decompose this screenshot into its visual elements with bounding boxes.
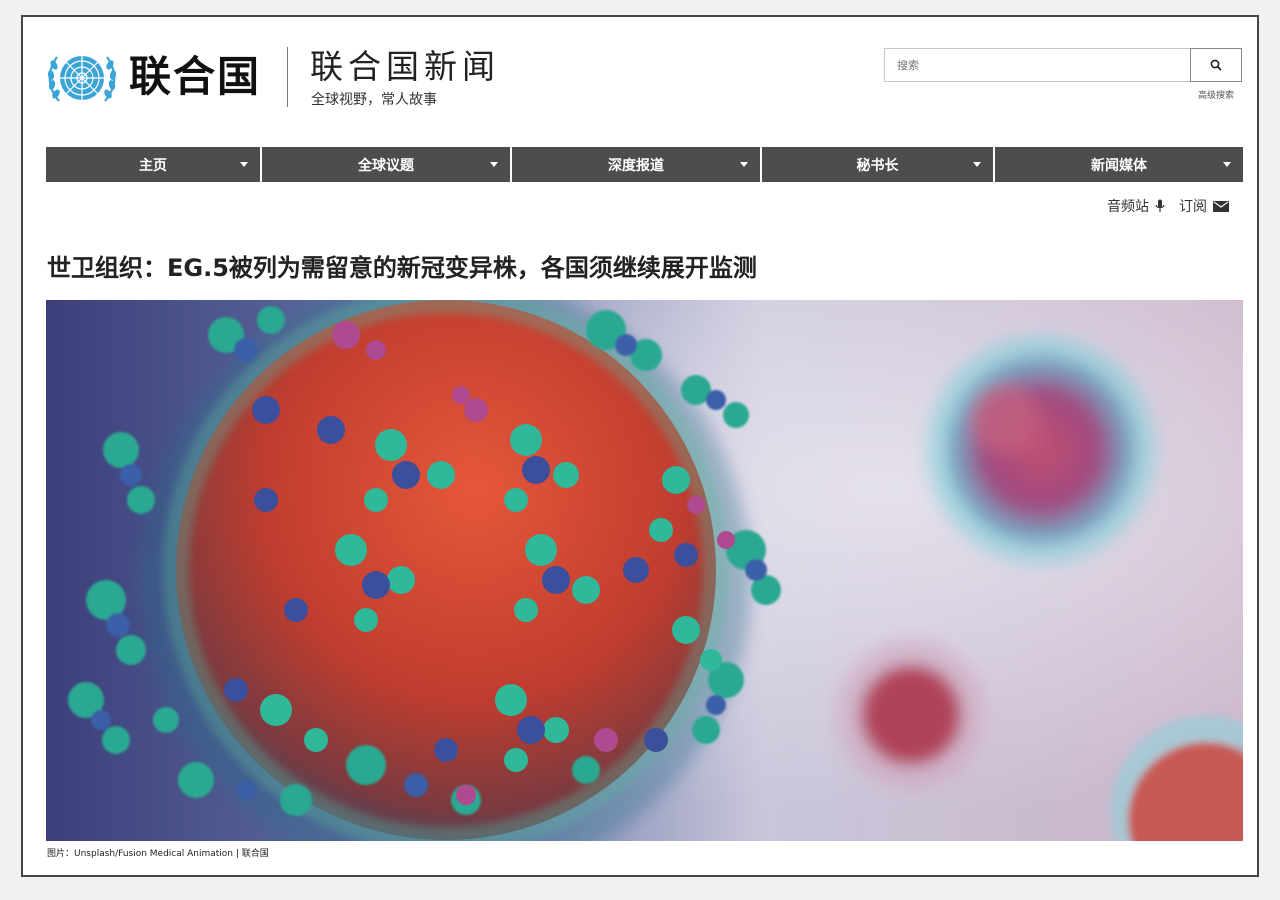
nav-item-global-issues[interactable]: 全球议题 [262,147,512,182]
caret-down-icon [240,162,248,167]
nav-item-label: 主页 [139,157,167,174]
site-tagline: 全球视野，常人故事 [311,92,437,108]
search-input[interactable] [884,48,1191,82]
image-caption: 图片：Unsplash/Fusion Medical Animation | 联… [47,849,269,859]
advanced-search-link[interactable]: 高级搜索 [1198,88,1234,101]
caret-down-icon [740,162,748,167]
nav-item-label: 深度报道 [608,157,664,174]
caret-down-icon [1223,162,1231,167]
nav-item-label: 秘书长 [856,157,899,174]
nav-item-in-depth[interactable]: 深度报道 [512,147,762,182]
un-emblem-icon[interactable] [45,47,119,109]
page-frame: 联合国 联合国新闻 全球视野，常人故事 高级搜索 主页 全球议题 深度报道 秘书… [21,15,1259,877]
search-button[interactable] [1190,48,1242,82]
audio-label: 音频站 [1107,199,1149,215]
header-divider [287,47,288,107]
nav-item-media[interactable]: 新闻媒体 [995,147,1243,182]
org-name[interactable]: 联合国 [129,51,261,103]
nav-item-label: 全球议题 [358,157,414,174]
subscribe-link[interactable]: 订阅 [1179,196,1229,216]
microphone-icon [1155,199,1165,212]
envelope-icon [1213,200,1229,212]
nav-item-label: 新闻媒体 [1091,157,1147,174]
audio-link[interactable]: 音频站 [1107,196,1165,216]
main-nav: 主页 全球议题 深度报道 秘书长 新闻媒体 [46,147,1243,182]
caret-down-icon [973,162,981,167]
search-icon [1210,59,1222,71]
article-headline: 世卫组织：EG.5被列为需留意的新冠变异株，各国须继续展开监测 [47,254,757,282]
nav-item-home[interactable]: 主页 [46,147,262,182]
utility-links: 音频站 订阅 [1107,196,1229,216]
site-title[interactable]: 联合国新闻 [310,47,500,87]
hero-image [46,300,1243,841]
subscribe-label: 订阅 [1179,199,1207,215]
nav-item-secretary-general[interactable]: 秘书长 [762,147,995,182]
caret-down-icon [490,162,498,167]
